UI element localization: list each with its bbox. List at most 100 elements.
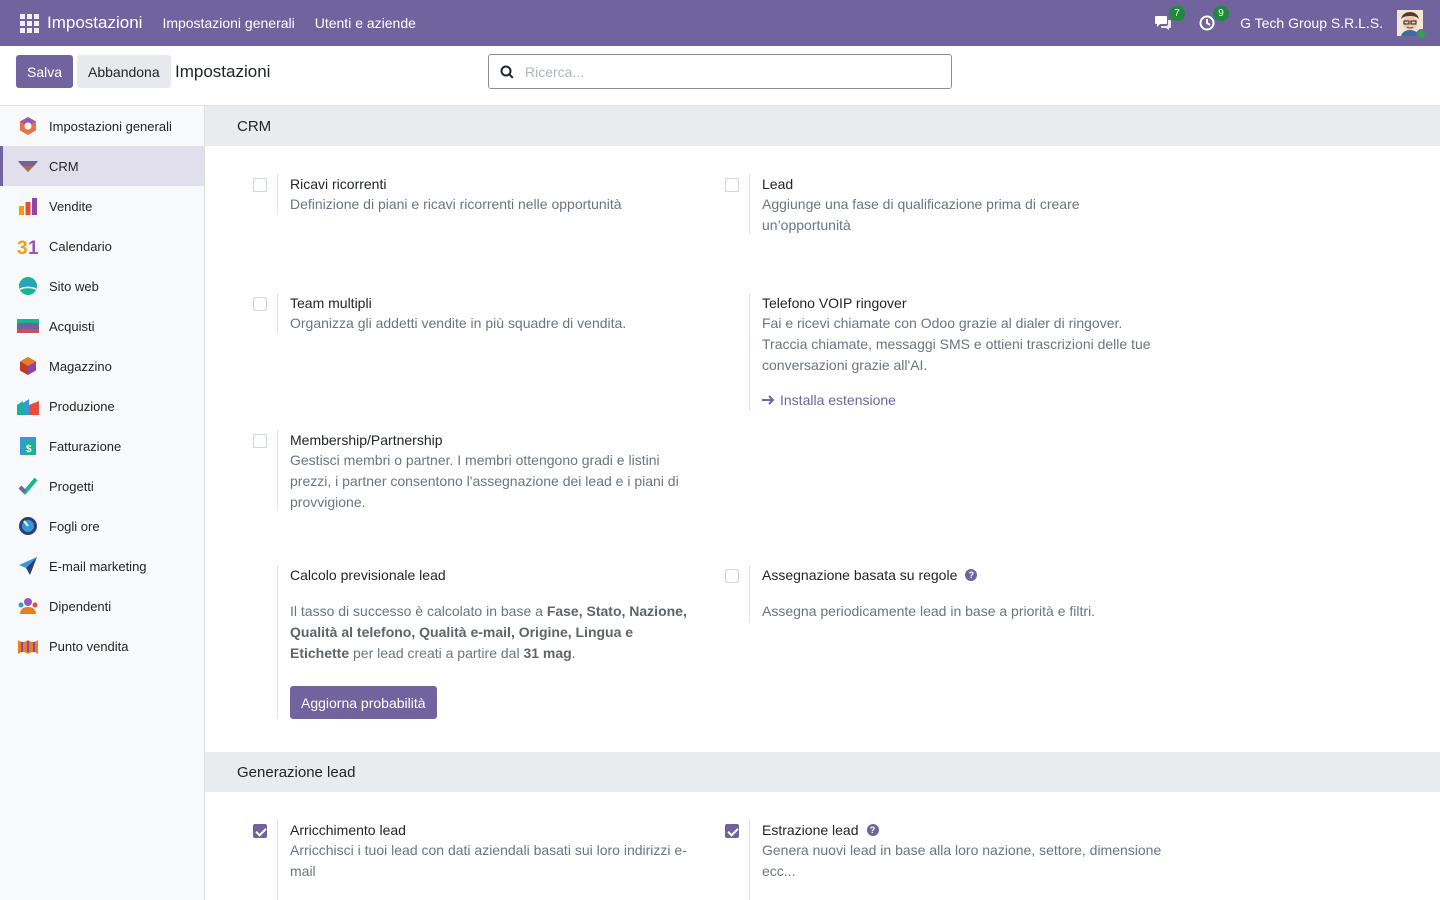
discard-button[interactable]: Abbandona bbox=[77, 55, 171, 88]
update-probabilities-button[interactable]: Aggiorna probabilità bbox=[290, 686, 437, 719]
setting-label[interactable]: Arricchimento lead bbox=[290, 820, 697, 840]
employees-app-icon bbox=[17, 595, 39, 617]
timesheet-app-icon bbox=[17, 515, 39, 537]
help-question-icon[interactable]: ? bbox=[965, 569, 978, 581]
user-avatar[interactable] bbox=[1397, 10, 1427, 40]
setting-label[interactable]: Lead bbox=[762, 174, 1159, 194]
inventory-app-icon bbox=[17, 355, 39, 377]
multi-teams-checkbox[interactable] bbox=[253, 297, 267, 311]
setting-label[interactable]: Ricavi ricorrenti bbox=[290, 174, 697, 194]
sidebar-item-label: Produzione bbox=[49, 398, 115, 414]
sidebar-item-email-marketing[interactable]: E-mail marketing bbox=[0, 546, 204, 586]
invoicing-app-icon: $ bbox=[17, 435, 39, 457]
recurring-revenues-checkbox[interactable] bbox=[253, 178, 267, 192]
sidebar-item-label: Dipendenti bbox=[49, 598, 112, 614]
svg-text:3: 3 bbox=[17, 238, 28, 256]
sidebar-item-timesheet[interactable]: Fogli ore bbox=[0, 506, 204, 546]
menu-general-settings[interactable]: Impostazioni generali bbox=[162, 15, 294, 31]
section-title: Generazione lead bbox=[237, 763, 356, 781]
calendar-app-icon: 31 bbox=[17, 235, 39, 257]
install-extension-label: Installa estensione bbox=[780, 392, 896, 408]
app-title[interactable]: Impostazioni bbox=[47, 13, 142, 33]
setting-description: Arricchisci i tuoi lead con dati azienda… bbox=[290, 842, 687, 879]
setting-description: Fai e ricevi chiamate con Odoo grazie al… bbox=[762, 315, 1151, 373]
settings-app-icon bbox=[17, 115, 39, 137]
purchase-app-icon bbox=[17, 315, 39, 337]
setting-description: Assegna periodicamente lead in base a pr… bbox=[762, 603, 1096, 619]
section-header-crm: CRM bbox=[205, 106, 1440, 146]
lead-enrichment-checkbox[interactable] bbox=[253, 824, 267, 838]
lead-mining-checkbox[interactable] bbox=[725, 824, 739, 838]
apps-menu-icon[interactable] bbox=[16, 10, 42, 36]
setting-label[interactable]: Membership/Partnership bbox=[290, 430, 697, 450]
sidebar-item-label: Impostazioni generali bbox=[49, 118, 172, 134]
setting-label[interactable]: Estrazione lead bbox=[762, 820, 859, 840]
sidebar-item-label: E-mail marketing bbox=[49, 558, 147, 574]
section-title: CRM bbox=[237, 117, 272, 135]
setting-description: Il tasso di successo è calcolato in base… bbox=[290, 603, 687, 661]
sidebar-item-label: Vendite bbox=[49, 198, 93, 214]
sidebar-item-invoicing[interactable]: $ Fatturazione bbox=[0, 426, 204, 466]
setting-label[interactable]: Team multipli bbox=[290, 293, 697, 313]
online-status-dot bbox=[1416, 29, 1427, 40]
sidebar-item-label: Sito web bbox=[49, 278, 99, 294]
sidebar-item-sales[interactable]: Vendite bbox=[0, 186, 204, 226]
project-app-icon bbox=[17, 475, 39, 497]
section-header-lead-generation: Generazione lead bbox=[205, 752, 1440, 792]
setting-description: Organizza gli addetti vendite in più squ… bbox=[290, 315, 627, 331]
crm-app-icon bbox=[17, 155, 39, 177]
membership-checkbox[interactable] bbox=[253, 434, 267, 448]
search-input[interactable] bbox=[525, 63, 951, 80]
rule-assignment-checkbox[interactable] bbox=[725, 569, 739, 583]
sidebar-item-manufacturing[interactable]: Produzione bbox=[0, 386, 204, 426]
setting-description: Gestisci membri o partner. I membri otte… bbox=[290, 452, 679, 510]
sidebar-item-label: Acquisti bbox=[49, 318, 95, 334]
arrow-right-icon bbox=[762, 395, 775, 405]
messages-count-badge: 7 bbox=[1169, 6, 1186, 21]
top-navbar: Impostazioni Impostazioni generali Utent… bbox=[0, 0, 1440, 46]
company-switcher[interactable]: G Tech Group S.R.L.S. bbox=[1240, 15, 1383, 31]
help-question-icon[interactable]: ? bbox=[866, 824, 879, 836]
setting-label: Calcolo previsionale lead bbox=[290, 567, 446, 583]
breadcrumb-title: Impostazioni bbox=[175, 62, 271, 81]
setting-description: Aggiunge una fase di qualificazione prim… bbox=[762, 196, 1080, 233]
sidebar-item-crm[interactable]: CRM bbox=[0, 146, 204, 186]
save-button[interactable]: Salva bbox=[16, 55, 74, 88]
sidebar-item-label: Fogli ore bbox=[49, 518, 100, 534]
sidebar-item-inventory[interactable]: Magazzino bbox=[0, 346, 204, 386]
setting-label[interactable]: Assegnazione basata su regole bbox=[762, 565, 957, 585]
sidebar-item-website[interactable]: Sito web bbox=[0, 266, 204, 306]
sidebar-item-purchase[interactable]: Acquisti bbox=[0, 306, 204, 346]
setting-label: Telefono VOIP ringover bbox=[762, 295, 907, 311]
setting-description: Definizione di piani e ricavi ricorrenti… bbox=[290, 196, 622, 212]
sales-app-icon bbox=[17, 195, 39, 217]
scoring-start-date: 31 mag bbox=[523, 645, 572, 661]
pos-app-icon bbox=[17, 635, 39, 657]
sidebar-item-project[interactable]: Progetti bbox=[0, 466, 204, 506]
leads-checkbox[interactable] bbox=[725, 178, 739, 192]
settings-content: CRM Ricavi ricorrenti Definizione di pia… bbox=[205, 106, 1440, 900]
email-marketing-app-icon bbox=[17, 555, 39, 577]
sidebar-item-label: Punto vendita bbox=[49, 638, 129, 654]
svg-text:$: $ bbox=[26, 444, 32, 455]
sidebar-item-label: Progetti bbox=[49, 478, 94, 494]
sidebar-item-point-of-sale[interactable]: Punto vendita bbox=[0, 626, 204, 666]
install-extension-link[interactable]: Installa estensione bbox=[762, 392, 896, 408]
settings-sidebar: Impostazioni generali CRM Vendite 31 Cal… bbox=[0, 106, 205, 900]
sidebar-item-calendar[interactable]: 31 Calendario bbox=[0, 226, 204, 266]
messages-icon[interactable]: 7 bbox=[1152, 6, 1186, 34]
sidebar-item-general-settings[interactable]: Impostazioni generali bbox=[0, 106, 204, 146]
search-bar[interactable] bbox=[488, 54, 952, 89]
manufacturing-app-icon bbox=[17, 395, 39, 417]
menu-users-companies[interactable]: Utenti e aziende bbox=[315, 15, 416, 31]
sidebar-item-label: Magazzino bbox=[49, 358, 112, 374]
website-app-icon bbox=[17, 275, 39, 297]
sidebar-item-label: CRM bbox=[49, 158, 79, 174]
activities-clock-icon[interactable]: 9 bbox=[1196, 6, 1230, 34]
sidebar-item-employees[interactable]: Dipendenti bbox=[0, 586, 204, 626]
control-panel: Salva Abbandona Impostazioni bbox=[0, 46, 1440, 106]
setting-description: Genera nuovi lead in base alla loro nazi… bbox=[762, 842, 1162, 879]
sidebar-item-label: Calendario bbox=[49, 238, 112, 254]
svg-text:1: 1 bbox=[28, 238, 39, 256]
sidebar-item-label: Fatturazione bbox=[49, 438, 122, 454]
